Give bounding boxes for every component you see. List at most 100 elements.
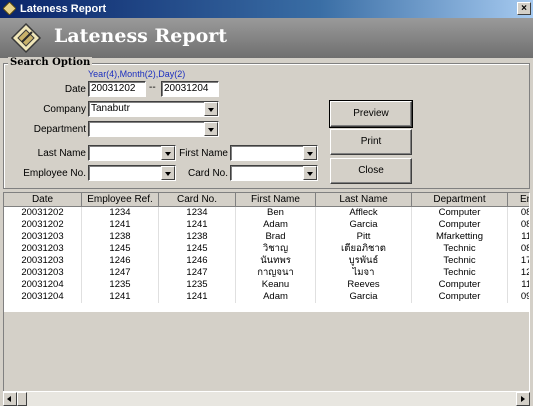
chevron-down-icon[interactable] (303, 166, 317, 180)
column-header[interactable]: Department (412, 193, 508, 207)
table-cell: 20031203 (4, 243, 82, 255)
table-cell: 20031204 (4, 291, 82, 303)
close-window-button[interactable]: × (517, 2, 531, 15)
first-name-select[interactable] (230, 145, 318, 161)
chevron-down-icon[interactable] (303, 146, 317, 160)
table-row[interactable]: 2003120212341234BenAffleckComputer08: (4, 207, 529, 219)
date-to-input[interactable]: 20031204 (161, 81, 219, 97)
table-cell: Keanu (236, 279, 316, 291)
table-cell: 12: (508, 267, 529, 279)
column-header[interactable]: First Name (236, 193, 316, 207)
table-cell: 11: (508, 279, 529, 291)
window-title-bar[interactable]: Lateness Report × (0, 0, 533, 18)
chevron-down-icon[interactable] (161, 146, 175, 160)
table-cell: 1245 (82, 243, 159, 255)
table-cell: 1234 (159, 207, 236, 219)
table-cell: 1238 (159, 231, 236, 243)
table-cell: Adam (236, 219, 316, 231)
table-cell: 08: (508, 219, 529, 231)
table-cell: บูรพันธ์ (316, 255, 412, 267)
department-select[interactable] (88, 121, 219, 137)
column-header[interactable]: Date (4, 193, 82, 207)
date-format-hint: Year(4),Month(2),Day(2) (88, 69, 186, 79)
table-row[interactable]: 2003120412351235KeanuReevesComputer11: (4, 279, 529, 291)
scroll-left-icon[interactable] (3, 392, 17, 406)
table-cell: Technic (412, 255, 508, 267)
table-cell: กาญจนา (236, 267, 316, 279)
table-row[interactable]: 2003120412411241AdamGarciaComputer09: (4, 291, 529, 303)
table-cell: 20031202 (4, 219, 82, 231)
card-no-label: Card No. (187, 168, 228, 179)
table-cell: 1241 (82, 219, 159, 231)
table-cell: 1245 (159, 243, 236, 255)
table-cell: Garcia (316, 219, 412, 231)
last-name-select[interactable] (88, 145, 176, 161)
table-row[interactable]: 2003120312461246นันทพรบูรพันธ์Technic17: (4, 255, 529, 267)
table-cell: Brad (236, 231, 316, 243)
first-name-label: First Name (179, 148, 228, 159)
table-cell: Computer (412, 291, 508, 303)
employee-no-label: Employee No. (23, 168, 86, 179)
table-cell: 20031203 (4, 231, 82, 243)
table-cell: เตี้ยอภิชาต (316, 243, 412, 255)
column-header[interactable]: Card No. (159, 193, 236, 207)
table-cell: Garcia (316, 291, 412, 303)
column-header[interactable]: Employee Ref. (82, 193, 159, 207)
preview-button[interactable]: Preview (329, 100, 413, 128)
table-cell: ไมจา (316, 267, 412, 279)
company-select[interactable]: Tanabutr (88, 101, 219, 117)
table-row[interactable]: 20031203 1245 1245 วิชาญ เตี้ยอภิชาต Technic 0… (4, 243, 529, 255)
close-button[interactable]: Close (330, 158, 412, 184)
date-from-input[interactable]: 20031202 (88, 81, 146, 97)
table-cell: วิชาญ (236, 243, 316, 255)
table-cell: 20031203 (4, 255, 82, 267)
table-cell: Mfarketting (412, 231, 508, 243)
search-option-legend: Search Option (8, 57, 93, 68)
horizontal-scrollbar[interactable] (3, 391, 530, 406)
print-button[interactable]: Print (330, 129, 412, 155)
results-grid[interactable]: Date Employee Ref. Card No. First Name Last … (3, 192, 530, 392)
card-no-select[interactable] (230, 165, 318, 181)
table-cell: Adam (236, 291, 316, 303)
employee-no-select[interactable] (88, 165, 176, 181)
banner-title: Lateness Report (54, 25, 228, 47)
report-banner: Lateness Report (0, 18, 533, 58)
table-cell: Computer (412, 279, 508, 291)
table-cell: 1235 (82, 279, 159, 291)
chevron-down-icon[interactable] (204, 122, 218, 136)
date-label: Date (64, 84, 86, 95)
table-cell: 1247 (159, 267, 236, 279)
column-header[interactable]: Ent (508, 193, 529, 207)
table-cell: Technic (412, 243, 508, 255)
table-row[interactable]: 2003120312381238BradPittMfarketting11: (4, 231, 529, 243)
company-value: Tanabutr (91, 103, 130, 114)
chevron-down-icon[interactable] (204, 102, 218, 116)
grid-body: 2003120212341234BenAffleckComputer08:200… (4, 207, 529, 312)
table-cell: Ben (236, 207, 316, 219)
app-icon (3, 2, 16, 15)
table-cell: 09: (508, 291, 529, 303)
table-cell: Computer (412, 207, 508, 219)
scroll-right-icon[interactable] (516, 392, 530, 406)
chevron-down-icon[interactable] (161, 166, 175, 180)
table-cell: 1238 (82, 231, 159, 243)
table-cell: 1246 (159, 255, 236, 267)
table-row[interactable]: 2003120212411241AdamGarciaComputer08: (4, 219, 529, 231)
table-cell: Affleck (316, 207, 412, 219)
column-header[interactable]: Last Name (316, 193, 412, 207)
table-cell: 20031202 (4, 207, 82, 219)
table-cell: 1235 (159, 279, 236, 291)
table-cell: 1234 (82, 207, 159, 219)
table-cell: 20031204 (4, 279, 82, 291)
table-row[interactable]: 2003120312471247กาญจนาไมจาTechnic12: (4, 267, 529, 279)
table-cell: 1246 (82, 255, 159, 267)
table-cell: 1247 (82, 267, 159, 279)
table-cell: 11: (508, 231, 529, 243)
table-cell: 20031203 (4, 267, 82, 279)
table-cell: 1241 (159, 219, 236, 231)
scroll-thumb[interactable] (17, 392, 27, 406)
table-cell: Pitt (316, 231, 412, 243)
table-cell: Technic (412, 267, 508, 279)
table-cell: 17: (508, 255, 529, 267)
department-label: Department (33, 124, 86, 135)
